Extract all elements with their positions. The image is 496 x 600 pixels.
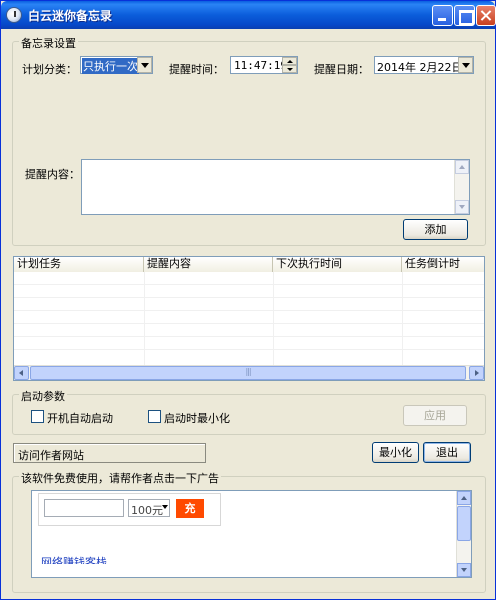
visit-author-label: 访问作者网站: [18, 449, 84, 462]
column-next-run[interactable]: 下次执行时间: [273, 257, 402, 272]
grid-line: [14, 336, 484, 337]
date-picker[interactable]: 2014年 2月22日: [374, 56, 474, 74]
ad-group-label: 该软件免费使用，请帮作者点击一下广告: [19, 470, 221, 486]
category-select[interactable]: 只执行一次: [80, 56, 153, 74]
startup-group-label: 启动参数: [19, 388, 67, 404]
ad-link[interactable]: 网络赚钱客栈: [41, 555, 161, 564]
category-value: 只执行一次: [82, 58, 139, 74]
exit-button[interactable]: 退出: [423, 442, 471, 463]
minimize-on-start-label[interactable]: 启动时最小化: [164, 410, 230, 426]
spin-up-icon[interactable]: [282, 57, 297, 65]
maximize-window-button[interactable]: [454, 5, 475, 26]
ad-panel[interactable]: 100元 充 网络赚钱客栈: [31, 490, 472, 578]
task-list-header: 计划任务 提醒内容 下次执行时间 任务倒计时: [14, 257, 484, 272]
content-label: 提醒内容：: [25, 168, 80, 181]
category-label: 计划分类：: [22, 63, 77, 76]
grid-line: [402, 272, 403, 366]
time-picker[interactable]: 11:47:19: [230, 56, 298, 74]
minimize-window-button[interactable]: [432, 5, 453, 26]
content-textarea[interactable]: [81, 159, 470, 215]
scroll-left-icon[interactable]: [14, 366, 29, 380]
ad-recharge-box: 100元 充: [38, 493, 221, 526]
scroll-thumb[interactable]: [30, 366, 466, 380]
autostart-label[interactable]: 开机自动启动: [47, 410, 113, 426]
autostart-checkbox[interactable]: [31, 410, 44, 423]
ad-charge-button[interactable]: 充: [176, 499, 204, 518]
window-title: 白云迷你备忘录: [28, 9, 113, 23]
grid-line: [144, 272, 145, 366]
scroll-thumb[interactable]: [457, 506, 471, 541]
spin-down-icon[interactable]: [282, 65, 297, 73]
ad-amount-value: 100元: [131, 504, 163, 517]
title-bar[interactable]: 白云迷你备忘录: [1, 1, 496, 29]
chevron-down-icon[interactable]: [137, 57, 152, 73]
content-scrollbar[interactable]: [454, 160, 469, 214]
date-label: 提醒日期：: [314, 63, 369, 76]
scroll-up-icon[interactable]: [455, 160, 469, 174]
grid-line: [14, 349, 484, 350]
ad-phone-input[interactable]: [44, 499, 124, 517]
minimize-button[interactable]: 最小化: [372, 442, 419, 463]
scroll-down-icon[interactable]: [455, 200, 469, 214]
grid-line: [14, 297, 484, 298]
settings-group-label: 备忘录设置: [19, 35, 78, 51]
column-content[interactable]: 提醒内容: [144, 257, 273, 272]
ad-amount-select[interactable]: 100元: [128, 499, 170, 517]
grid-line: [273, 272, 274, 366]
grid-line: [14, 310, 484, 311]
date-value: 2014年 2月22日: [377, 61, 463, 74]
ad-scrollbar[interactable]: [456, 491, 471, 577]
column-countdown[interactable]: 任务倒计时: [402, 257, 484, 272]
grid-line: [14, 323, 484, 324]
close-window-button[interactable]: [476, 5, 496, 26]
chevron-down-icon[interactable]: [458, 57, 473, 73]
scroll-right-icon[interactable]: [469, 366, 484, 380]
time-value: 11:47:19: [234, 59, 287, 72]
visit-author-button[interactable]: 访问作者网站: [13, 443, 206, 463]
grid-line: [14, 284, 484, 285]
task-list-hscrollbar[interactable]: [14, 365, 484, 380]
minimize-on-start-checkbox[interactable]: [148, 410, 161, 423]
apply-button[interactable]: 应用: [403, 405, 467, 426]
task-list[interactable]: 计划任务 提醒内容 下次执行时间 任务倒计时: [13, 256, 485, 381]
chevron-down-icon: [162, 505, 168, 509]
time-label: 提醒时间：: [169, 63, 224, 76]
scroll-up-icon[interactable]: [457, 491, 471, 505]
add-button[interactable]: 添加: [403, 219, 468, 240]
column-task[interactable]: 计划任务: [14, 257, 144, 272]
clock-icon: [6, 7, 22, 23]
scroll-down-icon[interactable]: [457, 563, 471, 577]
main-window: 白云迷你备忘录 备忘录设置 计划分类： 只执行一次 提醒时间： 11:47:19…: [0, 0, 496, 600]
